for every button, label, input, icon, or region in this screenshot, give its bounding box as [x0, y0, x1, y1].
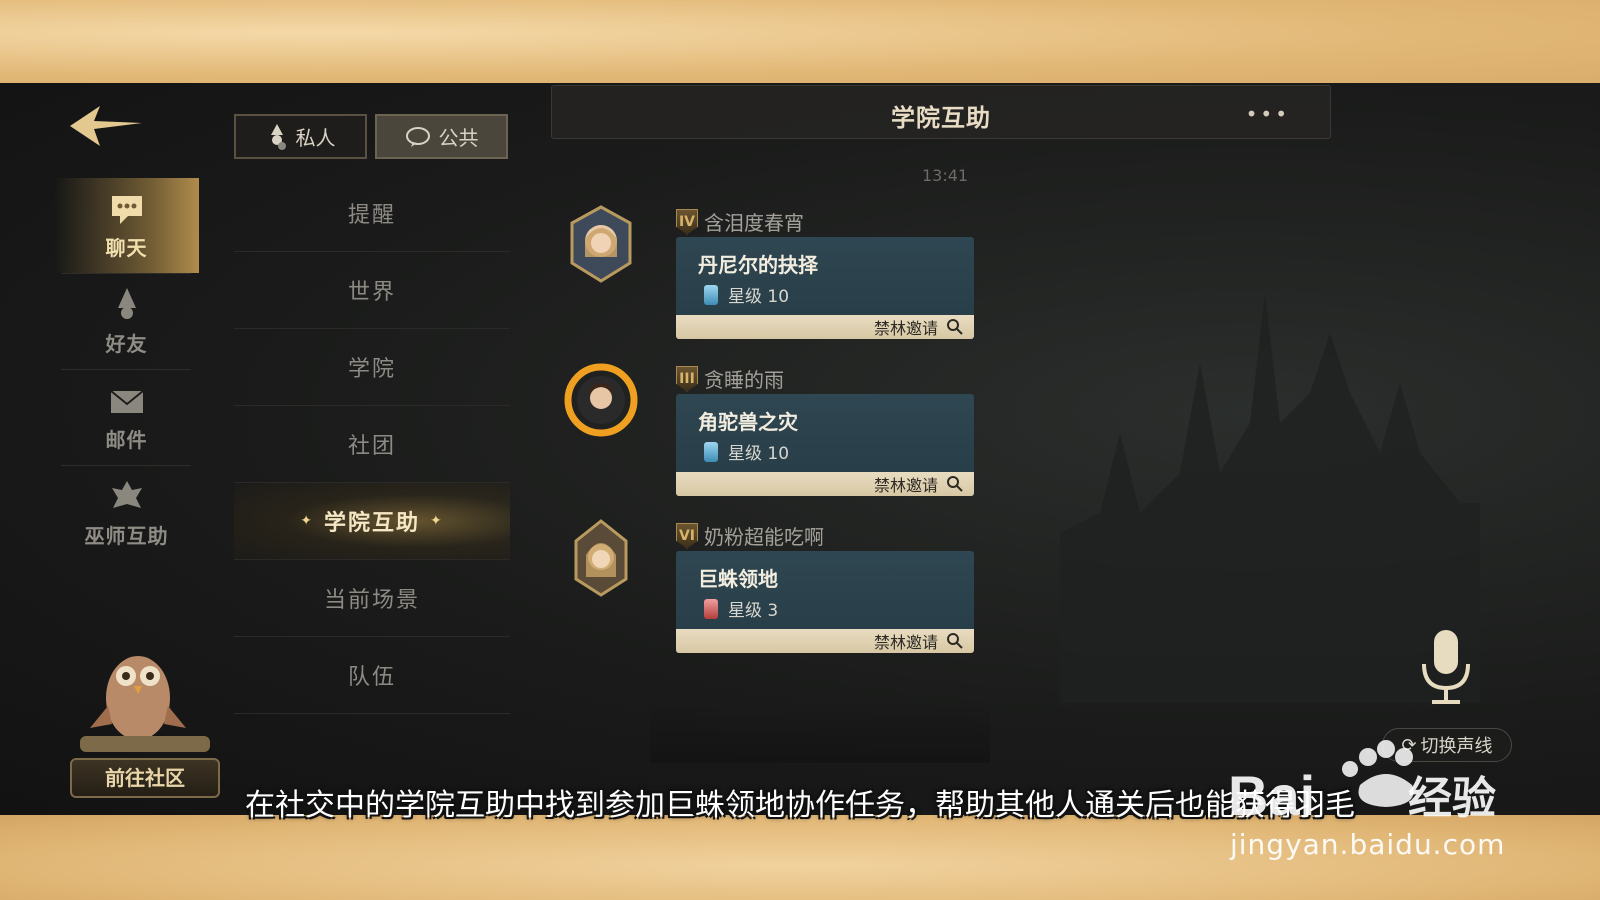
wizard-person-icon	[270, 123, 286, 150]
microphone-icon[interactable]	[1418, 628, 1474, 708]
search-icon	[947, 319, 963, 335]
game-screen: 聊天 好友 邮件 巫师互助 前往社区 私人 公共 提醒 世界 学院 社团 ✦ 学…	[0, 83, 1600, 815]
watermark-brand-cn: 经验	[1408, 773, 1496, 824]
envelope-icon	[109, 390, 144, 413]
player-avatar[interactable]	[560, 203, 642, 285]
tab-private[interactable]: 私人	[234, 114, 367, 159]
forest-invite-button[interactable]: 禁林邀请	[676, 629, 974, 653]
nav-wizard-help-label: 巫师互助	[84, 524, 169, 548]
star-level-label: 星级 10	[728, 287, 790, 307]
quest-title: 巨蛛领地	[698, 567, 778, 591]
lantern-icon	[704, 284, 718, 305]
nav-mail-label: 邮件	[105, 428, 148, 452]
quest-title: 角驼兽之灾	[698, 410, 798, 434]
chat-header: 学院互助 •••	[551, 85, 1331, 139]
search-icon	[947, 476, 963, 492]
tab-public-label: 公共	[438, 126, 479, 150]
tab-private-label: 私人	[295, 126, 336, 150]
channel-house-help[interactable]: ✦ 学院互助 ✦	[234, 483, 510, 560]
quest-card[interactable]: 巨蛛领地 星级 3 禁林邀请	[676, 551, 974, 653]
invite-label: 禁林邀请	[873, 476, 938, 495]
wizard-hat-icon	[117, 288, 136, 319]
tab-public[interactable]: 公共	[375, 114, 508, 159]
wizard-crest-icon	[111, 481, 142, 508]
community-button[interactable]: 前往社区	[70, 628, 220, 798]
nav-friends-label: 好友	[105, 332, 148, 356]
forest-invite-button[interactable]: 禁林邀请	[676, 472, 974, 496]
sender-row: IV 含泪度春宵	[676, 207, 804, 236]
channel-team[interactable]: 队伍	[234, 637, 510, 714]
parchment-border-top	[0, 0, 1600, 83]
rank-badge-icon: III	[676, 365, 698, 392]
owl-icon	[80, 656, 210, 752]
chat-scope-tabs: 私人 公共	[234, 114, 508, 159]
player-avatar[interactable]	[560, 517, 642, 599]
star-level: 星级 10	[704, 282, 789, 307]
sparkle-icon: ✦	[430, 513, 444, 529]
star-level: 星级 10	[704, 439, 789, 464]
channel-club[interactable]: 社团	[234, 406, 510, 483]
quest-card[interactable]: 角驼兽之灾 星级 10 禁林邀请	[676, 394, 974, 496]
channel-list: 提醒 世界 学院 社团 ✦ 学院互助 ✦ 当前场景 队伍	[234, 175, 510, 714]
channel-current-scene[interactable]: 当前场景	[234, 560, 510, 637]
nav-mail[interactable]: 邮件	[54, 370, 199, 465]
rank-badge-icon: VI	[676, 522, 698, 549]
invite-label: 禁林邀请	[873, 633, 938, 652]
search-icon	[947, 633, 963, 649]
star-level: 星级 3	[704, 596, 778, 621]
chat-title: 学院互助	[891, 104, 991, 132]
channel-world[interactable]: 世界	[234, 252, 510, 329]
sender-row: VI 奶粉超能吃啊	[676, 521, 824, 550]
castle-background	[1060, 293, 1480, 703]
nav-chat[interactable]: 聊天	[54, 178, 199, 273]
message-timestamp: 13:41	[922, 166, 969, 185]
speech-icon	[405, 126, 430, 147]
lantern-icon	[704, 441, 718, 462]
lantern-icon	[704, 598, 718, 619]
watermark-url: jingyan.baidu.com	[1230, 828, 1506, 861]
sender-row: III 贪睡的雨	[676, 364, 784, 393]
star-level-label: 星级 10	[728, 444, 790, 464]
list-fade-overlay	[650, 703, 990, 763]
star-level-label: 星级 3	[728, 601, 779, 621]
chat-bubble-icon	[111, 196, 142, 224]
more-options-button[interactable]: •••	[1246, 102, 1290, 126]
side-nav: 聊天 好友 邮件 巫师互助	[54, 178, 199, 561]
quest-title: 丹尼尔的抉择	[698, 253, 818, 277]
sender-name[interactable]: 奶粉超能吃啊	[704, 521, 824, 550]
channel-house[interactable]: 学院	[234, 329, 510, 406]
player-avatar[interactable]	[560, 360, 642, 442]
forest-invite-button[interactable]: 禁林邀请	[676, 315, 974, 339]
rank-badge-icon: IV	[676, 208, 698, 235]
channel-reminder[interactable]: 提醒	[234, 175, 510, 252]
nav-friends[interactable]: 好友	[54, 274, 199, 369]
sender-name[interactable]: 贪睡的雨	[704, 364, 784, 393]
sender-name[interactable]: 含泪度春宵	[704, 207, 804, 236]
back-button[interactable]	[66, 101, 152, 157]
sparkle-icon: ✦	[300, 513, 314, 529]
quest-card[interactable]: 丹尼尔的抉择 星级 10 禁林邀请	[676, 237, 974, 339]
invite-label: 禁林邀请	[873, 319, 938, 338]
watermark-brand: Bai	[1228, 764, 1315, 827]
nav-chat-label: 聊天	[105, 236, 148, 260]
back-arrow-icon	[70, 106, 142, 146]
channel-house-help-label: 学院互助	[323, 511, 420, 536]
nav-wizard-help[interactable]: 巫师互助	[54, 466, 199, 561]
